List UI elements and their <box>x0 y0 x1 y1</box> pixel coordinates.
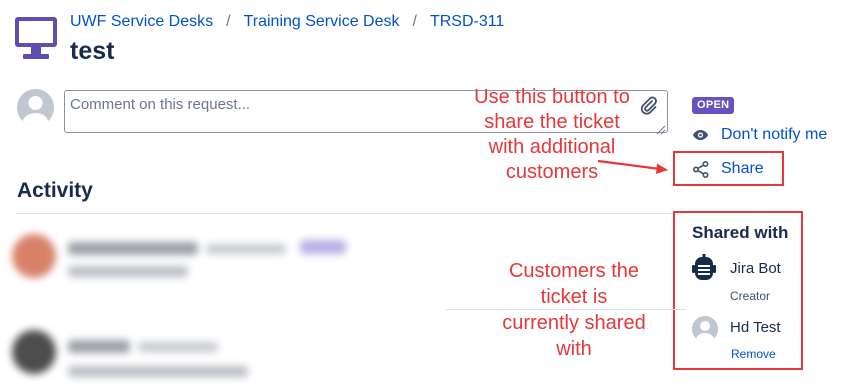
breadcrumb-separator: / <box>412 13 417 30</box>
breadcrumb-service-desks[interactable]: UWF Service Desks <box>70 13 213 31</box>
share-button[interactable]: Share <box>721 160 764 178</box>
breadcrumb-ticket-key[interactable]: TRSD-311 <box>430 13 504 31</box>
resize-handle-icon[interactable] <box>656 122 666 135</box>
activity-item-blurred <box>10 228 430 288</box>
annotation-arrow-icon <box>596 152 676 182</box>
participant-name: Hd Test <box>730 319 781 336</box>
activity-divider <box>17 213 674 214</box>
annotation-line: share the ticket <box>484 111 620 133</box>
attachment-icon[interactable] <box>640 96 658 116</box>
shared-with-heading: Shared with <box>692 223 789 242</box>
remove-participant-link[interactable]: Remove <box>731 347 776 361</box>
breadcrumb: UWF Service Desks / Training Service Des… <box>70 13 504 31</box>
default-avatar-icon <box>692 316 718 342</box>
activity-heading: Activity <box>17 179 93 202</box>
status-badge: OPEN <box>692 97 735 114</box>
breadcrumb-training-desk[interactable]: Training Service Desk <box>244 13 400 31</box>
page-title: test <box>70 37 115 65</box>
annotation-line: currently shared <box>502 312 646 334</box>
annotation-line: Use this button to <box>474 86 630 108</box>
robot-icon <box>692 254 716 282</box>
breadcrumb-separator: / <box>226 13 231 30</box>
annotation-line: with <box>556 338 592 360</box>
share-icon[interactable] <box>692 160 709 179</box>
comment-placeholder: Comment on this request... <box>70 96 251 113</box>
activity-item-blurred <box>10 322 430 382</box>
current-user-avatar <box>17 89 54 126</box>
shared-annotation: Customers the ticket is currently shared… <box>494 258 654 362</box>
participant-name: Jira Bot <box>730 260 781 277</box>
eye-icon <box>692 128 709 142</box>
desktop-monitor-icon <box>14 14 58 62</box>
dont-notify-link[interactable]: Don't notify me <box>721 126 827 144</box>
annotation-line: ticket is <box>540 286 608 308</box>
annotation-line: Customers the <box>508 260 640 282</box>
participant-role: Creator <box>730 289 771 303</box>
